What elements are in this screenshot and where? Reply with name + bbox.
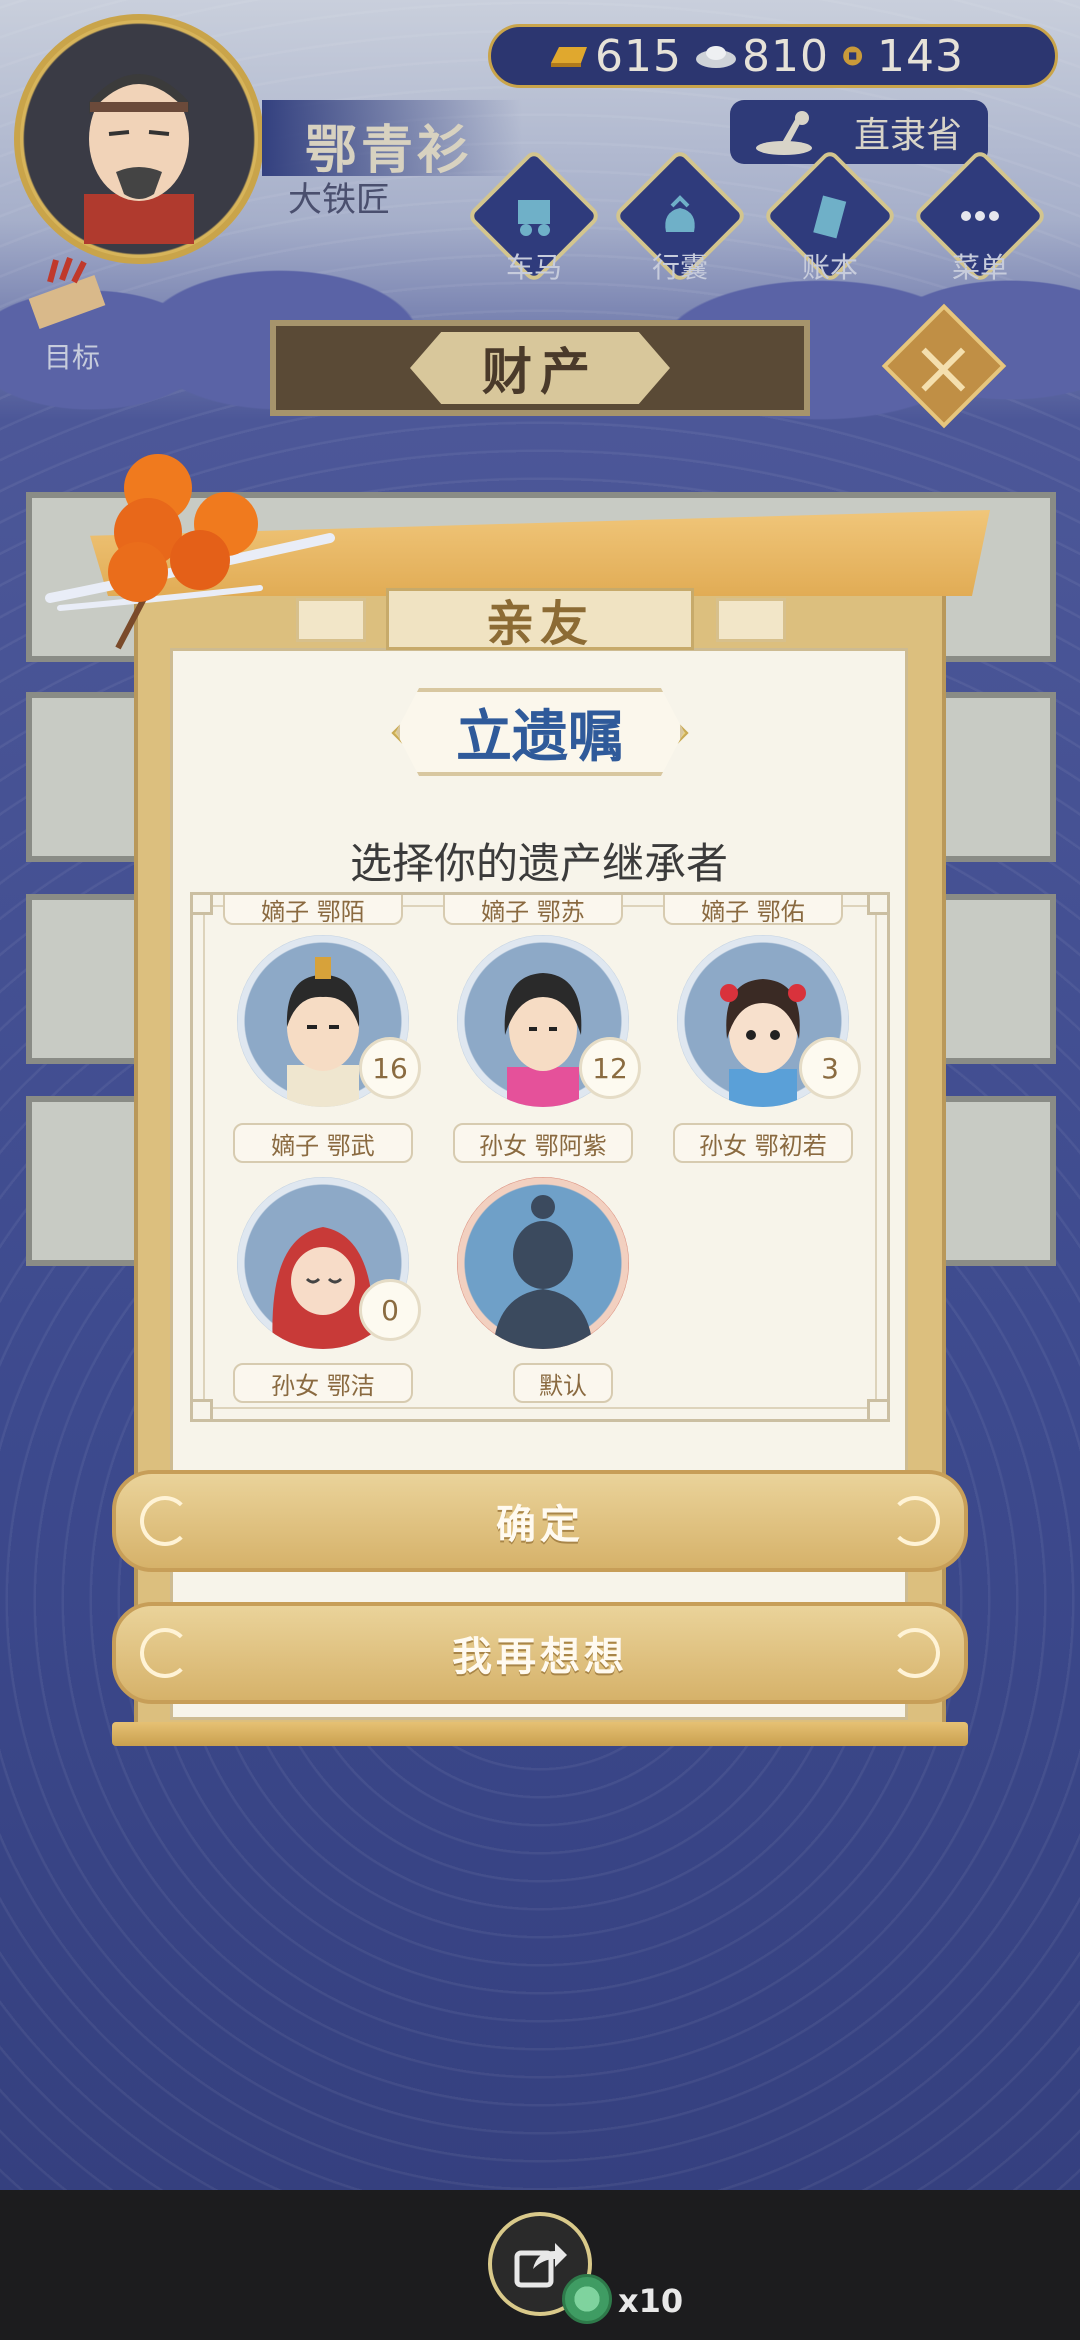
ledger-label: 账本 bbox=[801, 251, 858, 284]
coin-value: 143 bbox=[876, 30, 964, 82]
coin-currency: 143 bbox=[841, 31, 964, 82]
player-portrait-icon bbox=[84, 73, 194, 244]
heir-label: 孙女 鄂阿紫 bbox=[453, 1123, 633, 1163]
player-title: 大铁匠 bbox=[288, 180, 390, 220]
menu-dots-icon bbox=[961, 211, 999, 221]
iron-tool-icon bbox=[756, 111, 812, 155]
heir-age-badge: 3 bbox=[799, 1037, 861, 1099]
corner-ornament bbox=[193, 895, 213, 915]
heir-list[interactable]: 嫡子 鄂陌 嫡子 鄂苏 嫡子 鄂佑 16 嫡子 鄂武 12 孙女 鄂阿紫 3 孙… bbox=[190, 892, 890, 1422]
carriage-button[interactable]: 车马 bbox=[466, 148, 602, 284]
heir-card[interactable]: 16 bbox=[223, 935, 423, 1135]
heir-label: 嫡子 鄂武 bbox=[233, 1123, 413, 1163]
cloud-curl-icon bbox=[890, 1628, 940, 1678]
heir-card[interactable]: 3 bbox=[663, 935, 863, 1135]
silver-ingot-icon bbox=[695, 46, 736, 68]
default-heir-card[interactable] bbox=[443, 1177, 643, 1377]
cloud-curl-icon bbox=[140, 1496, 190, 1546]
ledger-icon bbox=[813, 195, 847, 239]
reconsider-button[interactable]: 我再想想 bbox=[112, 1602, 968, 1704]
dialog-title: 立遗嘱 bbox=[396, 688, 684, 776]
heir-age-badge: 0 bbox=[359, 1279, 421, 1341]
tab-relatives[interactable]: 亲友 bbox=[386, 588, 694, 652]
heir-label: 嫡子 鄂佑 bbox=[663, 895, 843, 926]
corner-ornament bbox=[193, 1399, 213, 1419]
confirm-label: 确定 bbox=[496, 1502, 584, 1548]
region-button[interactable]: 直隶省 bbox=[730, 100, 988, 164]
default-label: 默认 bbox=[513, 1363, 613, 1403]
silver-currency: 810 bbox=[694, 31, 829, 82]
share-icon bbox=[514, 2243, 567, 2288]
gold-ingot-icon bbox=[551, 47, 587, 67]
heir-label: 孙女 鄂初若 bbox=[673, 1123, 853, 1163]
corner-ornament bbox=[867, 1399, 887, 1419]
property-banner-title: 财产 bbox=[410, 332, 670, 404]
property-banner: 财产 bbox=[270, 320, 810, 416]
cloud-curl-icon bbox=[890, 1496, 940, 1546]
bag-button[interactable]: 行囊 bbox=[612, 148, 748, 284]
carriage-label: 车马 bbox=[505, 251, 562, 284]
goal-label: 目标 bbox=[44, 341, 101, 374]
reconsider-label: 我再想想 bbox=[452, 1634, 628, 1680]
bag-label: 行囊 bbox=[651, 251, 708, 284]
carriage-icon bbox=[518, 200, 550, 236]
scroll-bottom-rod bbox=[112, 1722, 968, 1746]
currency-bar: 615 810 143 bbox=[488, 24, 1058, 88]
bag-icon bbox=[665, 195, 695, 232]
jade-coin-icon bbox=[562, 2274, 612, 2324]
heir-label: 嫡子 鄂苏 bbox=[443, 895, 623, 926]
menu-button[interactable]: 菜单 bbox=[912, 148, 1048, 284]
gold-value: 615 bbox=[595, 30, 682, 82]
tab-decoration bbox=[716, 598, 786, 642]
cloud-curl-icon bbox=[140, 1628, 190, 1678]
goal-scroll-icon[interactable] bbox=[22, 256, 118, 336]
silver-value: 810 bbox=[741, 30, 829, 82]
region-label: 直隶省 bbox=[853, 115, 962, 156]
heir-label: 孙女 鄂洁 bbox=[233, 1363, 413, 1403]
heir-card[interactable]: 0 bbox=[223, 1177, 423, 1377]
tanghulu-icon bbox=[45, 454, 335, 650]
share-count: x10 bbox=[618, 2282, 684, 2320]
gold-currency: 615 bbox=[547, 31, 682, 82]
heir-age-badge: 16 bbox=[359, 1037, 421, 1099]
corner-ornament bbox=[867, 895, 887, 915]
default-avatar bbox=[457, 1177, 629, 1349]
copper-coin-icon bbox=[843, 46, 863, 66]
heir-card[interactable]: 12 bbox=[443, 935, 643, 1135]
instruction-text: 选择你的遗产继承者 bbox=[349, 839, 728, 888]
heir-label: 嫡子 鄂陌 bbox=[223, 895, 403, 926]
heir-age-badge: 12 bbox=[579, 1037, 641, 1099]
player-avatar[interactable] bbox=[14, 14, 264, 264]
silhouette-icon bbox=[493, 1195, 593, 1349]
menu-label: 菜单 bbox=[951, 251, 1008, 284]
ledger-button[interactable]: 账本 bbox=[762, 148, 898, 284]
confirm-button[interactable]: 确定 bbox=[112, 1470, 968, 1572]
